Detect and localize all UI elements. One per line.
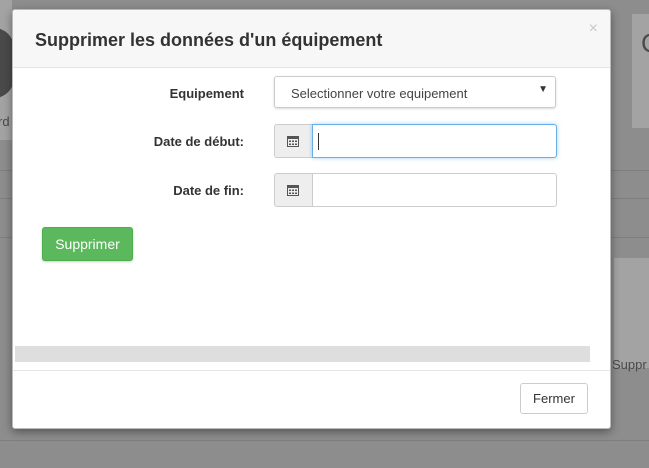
delete-equipment-modal: Supprimer les données d'un équipement × … <box>12 9 611 429</box>
calendar-icon[interactable] <box>274 173 312 207</box>
equipement-row: Equipement Selectionner votre equipement… <box>13 76 610 112</box>
horizontal-scrollbar[interactable] <box>15 346 590 362</box>
date-fin-label: Date de fin: <box>173 183 244 198</box>
equipement-label: Equipement <box>169 86 244 101</box>
date-fin-input[interactable] <box>312 173 557 207</box>
modal-title: Supprimer les données d'un équipement <box>35 30 383 50</box>
background-text-left: rd <box>0 114 10 129</box>
fermer-button[interactable]: Fermer <box>520 383 588 414</box>
text-cursor <box>318 133 319 150</box>
calendar-icon <box>287 136 299 147</box>
date-debut-input[interactable] <box>312 124 557 158</box>
supprimer-button[interactable]: Supprimer <box>42 227 133 261</box>
equipement-select-value: Selectionner votre equipement <box>291 86 468 101</box>
background-text-right: Suppr <box>612 357 647 372</box>
background-divider <box>0 440 649 441</box>
equipement-select[interactable]: Selectionner votre equipement ▼ <box>274 76 556 108</box>
date-debut-row: Date de début: <box>13 124 610 160</box>
date-debut-label: Date de début: <box>153 134 244 149</box>
modal-header: Supprimer les données d'un équipement × <box>13 10 610 68</box>
calendar-icon[interactable] <box>274 124 312 158</box>
close-icon[interactable]: × <box>589 20 598 38</box>
background-panel-right-lower <box>614 258 649 368</box>
date-fin-row: Date de fin: <box>13 173 610 209</box>
background-text-right-top: C <box>641 28 649 59</box>
calendar-icon <box>287 185 299 196</box>
chevron-down-icon: ▼ <box>538 84 548 95</box>
modal-footer-divider <box>13 370 610 371</box>
